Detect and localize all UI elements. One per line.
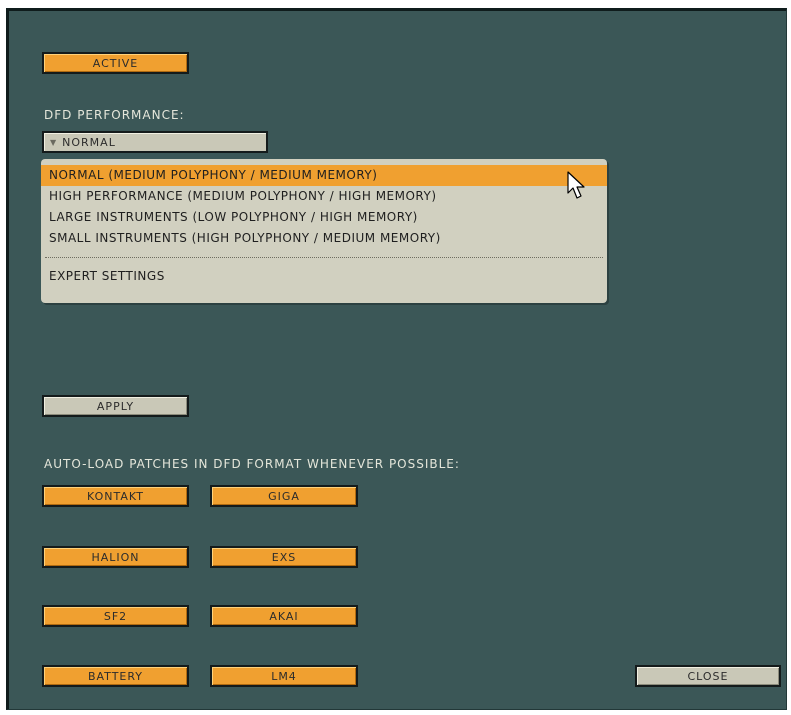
dropdown-option-high-performance[interactable]: HIGH PERFORMANCE (MEDIUM POLYPHONY / HIG… — [41, 186, 607, 207]
dfd-performance-selected-value: NORMAL — [62, 135, 116, 149]
exs-button[interactable]: EXS — [210, 546, 358, 568]
autoload-label: AUTO-LOAD PATCHES IN DFD FORMAT WHENEVER… — [44, 457, 460, 471]
akai-button[interactable]: AKAI — [210, 605, 358, 627]
close-button[interactable]: CLOSE — [635, 665, 781, 687]
dropdown-option-normal[interactable]: NORMAL (MEDIUM POLYPHONY / MEDIUM MEMORY… — [41, 165, 607, 186]
dropdown-option-large-instruments[interactable]: LARGE INSTRUMENTS (LOW POLYPHONY / HIGH … — [41, 207, 607, 228]
giga-button[interactable]: GIGA — [210, 485, 358, 507]
triangle-down-icon: ▼ — [50, 137, 58, 147]
battery-button[interactable]: BATTERY — [42, 665, 189, 687]
sf2-button[interactable]: SF2 — [42, 605, 189, 627]
lm4-button[interactable]: LM4 — [210, 665, 358, 687]
kontakt-button[interactable]: KONTAKT — [42, 485, 189, 507]
dfd-performance-select[interactable]: ▼ NORMAL — [42, 131, 268, 153]
dfd-performance-label: DFD PERFORMANCE: — [44, 108, 185, 122]
dfd-settings-panel: ACTIVE DFD PERFORMANCE: ▼ NORMAL NORMAL … — [6, 8, 787, 710]
halion-button[interactable]: HALION — [42, 546, 189, 568]
dropdown-option-small-instruments[interactable]: SMALL INSTRUMENTS (HIGH POLYPHONY / MEDI… — [41, 228, 607, 249]
arrow-cursor-icon — [567, 171, 585, 199]
apply-button[interactable]: APPLY — [42, 395, 189, 417]
dfd-performance-dropdown: NORMAL (MEDIUM POLYPHONY / MEDIUM MEMORY… — [41, 159, 607, 303]
dropdown-option-expert-settings[interactable]: EXPERT SETTINGS — [41, 266, 607, 287]
dropdown-separator — [45, 257, 603, 258]
active-button[interactable]: ACTIVE — [42, 52, 189, 74]
